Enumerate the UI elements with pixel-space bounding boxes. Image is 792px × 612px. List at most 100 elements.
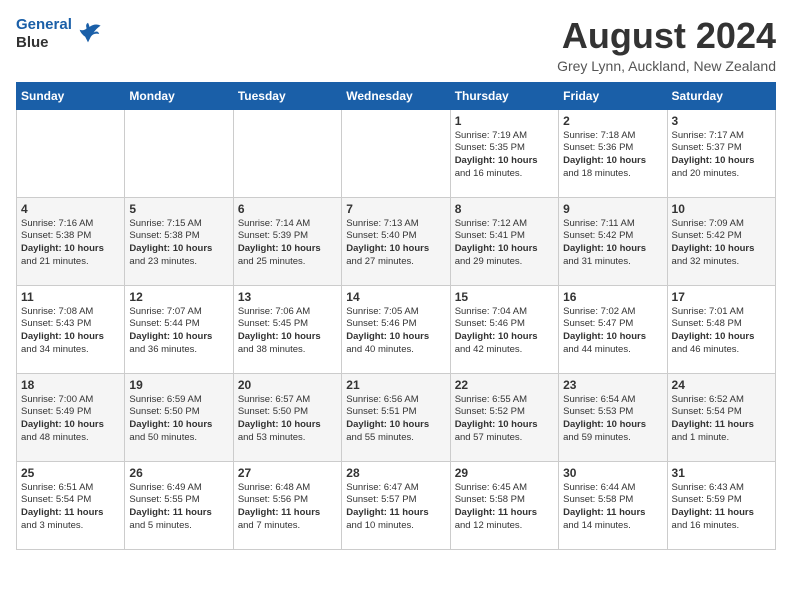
day-number: 12 — [129, 290, 228, 304]
day-number: 3 — [672, 114, 771, 128]
calendar-cell: 2Sunrise: 7:18 AMSunset: 5:36 PMDaylight… — [559, 109, 667, 197]
logo-bird-icon — [74, 20, 102, 48]
calendar-cell: 14 Sunrise: 7:05 AMSunset: 5:46 PMDayligh… — [342, 285, 450, 373]
day-number: 31 — [672, 466, 771, 480]
calendar-cell — [17, 109, 125, 197]
weekday-header-row: SundayMondayTuesdayWednesdayThursdayFrid… — [17, 82, 776, 109]
weekday-header-friday: Friday — [559, 82, 667, 109]
day-content: Sunrise: 7:04 AMSunset: 5:46 PMDaylight:… — [455, 306, 554, 357]
weekday-header-saturday: Saturday — [667, 82, 775, 109]
day-content: Sunrise: 7:05 AMSunset: 5:46 PMDaylight:… — [346, 306, 445, 357]
day-number: 4 — [21, 202, 120, 216]
day-number: 21 — [346, 378, 445, 392]
location-subtitle: Grey Lynn, Auckland, New Zealand — [557, 58, 776, 74]
day-number: 5 — [129, 202, 228, 216]
calendar-cell: 22 Sunrise: 6:55 AMSunset: 5:52 PMDayligh… — [450, 373, 558, 461]
logo: GeneralBlue — [16, 16, 102, 52]
calendar-week-row: 1 Sunrise: 7:19 AMSunset: 5:35 PMDaylight… — [17, 109, 776, 197]
calendar-week-row: 4Sunrise: 7:16 AMSunset: 5:38 PMDaylight… — [17, 197, 776, 285]
calendar-cell: 1 Sunrise: 7:19 AMSunset: 5:35 PMDaylight… — [450, 109, 558, 197]
calendar-cell: 31 Sunrise: 6:43 AMSunset: 5:59 PMDayligh… — [667, 461, 775, 549]
calendar-week-row: 18Sunrise: 7:00 AMSunset: 5:49 PMDayligh… — [17, 373, 776, 461]
day-content: Sunrise: 7:15 AMSunset: 5:38 PMDaylight:… — [129, 218, 228, 269]
calendar-cell: 23Sunrise: 6:54 AMSunset: 5:53 PMDayligh… — [559, 373, 667, 461]
day-content: Sunrise: 7:12 AMSunset: 5:41 PMDaylight:… — [455, 218, 554, 269]
calendar-cell: 3 Sunrise: 7:17 AMSunset: 5:37 PMDaylight… — [667, 109, 775, 197]
day-number: 16 — [563, 290, 662, 304]
calendar-cell: 12 Sunrise: 7:07 AMSunset: 5:44 PMDayligh… — [125, 285, 233, 373]
logo-text: GeneralBlue — [16, 16, 72, 52]
day-number: 18 — [21, 378, 120, 392]
calendar-cell: 6Sunrise: 7:14 AMSunset: 5:39 PMDaylight… — [233, 197, 341, 285]
day-number: 19 — [129, 378, 228, 392]
weekday-header-monday: Monday — [125, 82, 233, 109]
calendar-cell: 7 Sunrise: 7:13 AMSunset: 5:40 PMDaylight… — [342, 197, 450, 285]
day-number: 2 — [563, 114, 662, 128]
calendar-cell: 25 Sunrise: 6:51 AMSunset: 5:54 PMDayligh… — [17, 461, 125, 549]
day-number: 17 — [672, 290, 771, 304]
day-number: 23 — [563, 378, 662, 392]
day-content: Sunrise: 7:07 AMSunset: 5:44 PMDaylight:… — [129, 306, 228, 357]
calendar-cell: 15 Sunrise: 7:04 AMSunset: 5:46 PMDayligh… — [450, 285, 558, 373]
day-content: Sunrise: 6:59 AMSunset: 5:50 PMDaylight:… — [129, 394, 228, 445]
day-number: 11 — [21, 290, 120, 304]
day-content: Sunrise: 7:14 AMSunset: 5:39 PMDaylight:… — [238, 218, 337, 269]
day-number: 25 — [21, 466, 120, 480]
day-number: 13 — [238, 290, 337, 304]
calendar-cell: 29 Sunrise: 6:45 AMSunset: 5:58 PMDayligh… — [450, 461, 558, 549]
day-number: 20 — [238, 378, 337, 392]
day-content: Sunrise: 6:52 AMSunset: 5:54 PMDaylight:… — [672, 394, 771, 445]
calendar-week-row: 25 Sunrise: 6:51 AMSunset: 5:54 PMDayligh… — [17, 461, 776, 549]
day-number: 26 — [129, 466, 228, 480]
page-header: GeneralBlue August 2024 Grey Lynn, Auckl… — [16, 16, 776, 74]
day-number: 9 — [563, 202, 662, 216]
day-number: 10 — [672, 202, 771, 216]
day-content: Sunrise: 6:57 AMSunset: 5:50 PMDaylight:… — [238, 394, 337, 445]
calendar-cell: 5 Sunrise: 7:15 AMSunset: 5:38 PMDaylight… — [125, 197, 233, 285]
day-content: Sunrise: 7:01 AMSunset: 5:48 PMDaylight:… — [672, 306, 771, 357]
day-content: Sunrise: 6:44 AMSunset: 5:58 PMDaylight:… — [563, 482, 662, 533]
calendar-cell: 11 Sunrise: 7:08 AMSunset: 5:43 PMDayligh… — [17, 285, 125, 373]
weekday-header-tuesday: Tuesday — [233, 82, 341, 109]
day-content: Sunrise: 6:45 AMSunset: 5:58 PMDaylight:… — [455, 482, 554, 533]
day-content: Sunrise: 7:02 AMSunset: 5:47 PMDaylight:… — [563, 306, 662, 357]
calendar-week-row: 11 Sunrise: 7:08 AMSunset: 5:43 PMDayligh… — [17, 285, 776, 373]
calendar-cell: 27Sunrise: 6:48 AMSunset: 5:56 PMDayligh… — [233, 461, 341, 549]
day-content: Sunrise: 6:47 AMSunset: 5:57 PMDaylight:… — [346, 482, 445, 533]
month-year-title: August 2024 — [557, 16, 776, 56]
day-number: 27 — [238, 466, 337, 480]
day-number: 15 — [455, 290, 554, 304]
day-content: Sunrise: 7:11 AMSunset: 5:42 PMDaylight:… — [563, 218, 662, 269]
day-content: Sunrise: 6:55 AMSunset: 5:52 PMDaylight:… — [455, 394, 554, 445]
calendar-cell: 21 Sunrise: 6:56 AMSunset: 5:51 PMDayligh… — [342, 373, 450, 461]
calendar-table: SundayMondayTuesdayWednesdayThursdayFrid… — [16, 82, 776, 550]
calendar-cell: 19 Sunrise: 6:59 AMSunset: 5:50 PMDayligh… — [125, 373, 233, 461]
day-content: Sunrise: 6:56 AMSunset: 5:51 PMDaylight:… — [346, 394, 445, 445]
day-number: 30 — [563, 466, 662, 480]
calendar-cell: 24 Sunrise: 6:52 AMSunset: 5:54 PMDayligh… — [667, 373, 775, 461]
day-number: 22 — [455, 378, 554, 392]
day-content: Sunrise: 7:08 AMSunset: 5:43 PMDaylight:… — [21, 306, 120, 357]
day-content: Sunrise: 7:17 AMSunset: 5:37 PMDaylight:… — [672, 130, 771, 181]
day-number: 29 — [455, 466, 554, 480]
weekday-header-sunday: Sunday — [17, 82, 125, 109]
day-content: Sunrise: 6:51 AMSunset: 5:54 PMDaylight:… — [21, 482, 120, 533]
day-content: Sunrise: 7:13 AMSunset: 5:40 PMDaylight:… — [346, 218, 445, 269]
calendar-cell — [125, 109, 233, 197]
day-number: 7 — [346, 202, 445, 216]
day-content: Sunrise: 7:06 AMSunset: 5:45 PMDaylight:… — [238, 306, 337, 357]
title-block: August 2024 Grey Lynn, Auckland, New Zea… — [557, 16, 776, 74]
day-content: Sunrise: 7:19 AMSunset: 5:35 PMDaylight:… — [455, 130, 554, 181]
day-number: 24 — [672, 378, 771, 392]
day-number: 28 — [346, 466, 445, 480]
calendar-cell: 10Sunrise: 7:09 AMSunset: 5:42 PMDayligh… — [667, 197, 775, 285]
calendar-cell: 9 Sunrise: 7:11 AMSunset: 5:42 PMDaylight… — [559, 197, 667, 285]
calendar-body: 1 Sunrise: 7:19 AMSunset: 5:35 PMDaylight… — [17, 109, 776, 549]
calendar-cell: 8Sunrise: 7:12 AMSunset: 5:41 PMDaylight… — [450, 197, 558, 285]
calendar-cell: 16 Sunrise: 7:02 AMSunset: 5:47 PMDayligh… — [559, 285, 667, 373]
calendar-cell: 28 Sunrise: 6:47 AMSunset: 5:57 PMDayligh… — [342, 461, 450, 549]
weekday-header-wednesday: Wednesday — [342, 82, 450, 109]
day-number: 14 — [346, 290, 445, 304]
day-content: Sunrise: 6:43 AMSunset: 5:59 PMDaylight:… — [672, 482, 771, 533]
day-number: 1 — [455, 114, 554, 128]
